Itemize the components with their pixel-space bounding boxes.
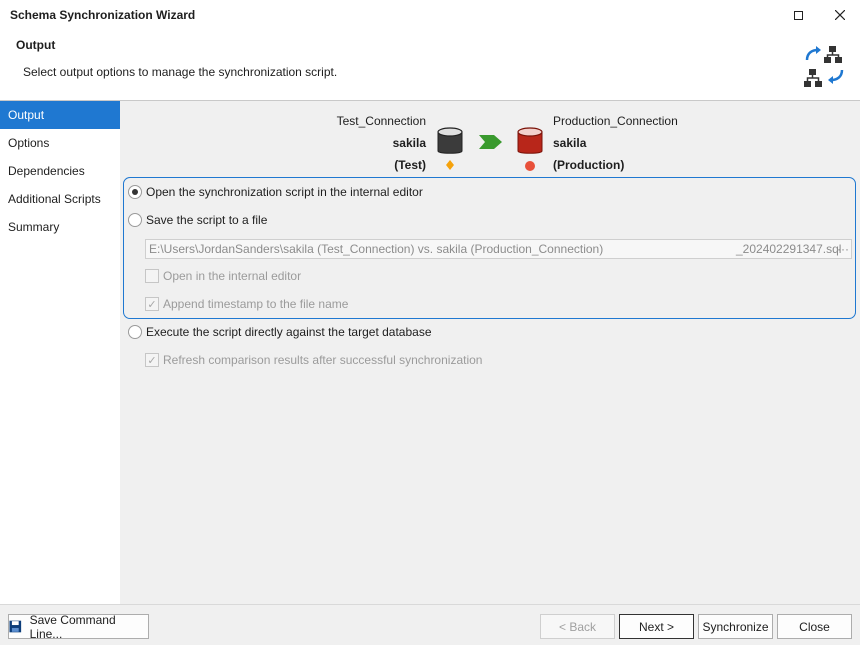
file-path-input[interactable]: E:\Users\JordanSanders\sakila (Test_Conn… <box>145 239 852 259</box>
save-to-file-label: Save the script to a file <box>146 213 268 227</box>
save-command-line-button[interactable]: Save Command Line... <box>8 612 149 641</box>
save-to-file-option[interactable]: Save the script to a file <box>128 213 267 227</box>
sidebar-item-additional-scripts[interactable]: Additional Scripts <box>0 185 120 213</box>
open-in-internal-editor-option[interactable]: Open the synchronization script in the i… <box>128 185 423 199</box>
wizard-sidebar: Output Options Dependencies Additional S… <box>0 101 120 604</box>
checkbox-checked-icon[interactable]: ✓ <box>145 353 159 367</box>
sidebar-item-options[interactable]: Options <box>0 129 120 157</box>
maximize-button[interactable] <box>784 4 812 26</box>
page-description: Select output options to manage the sync… <box>23 65 338 79</box>
close-button[interactable]: Close <box>777 614 852 639</box>
sync-direction-arrow-icon <box>479 135 503 152</box>
radio-selected-icon[interactable] <box>128 185 142 199</box>
file-path-folder: E:\Users\JordanSanders\sakila (Test_Conn… <box>149 242 604 256</box>
refresh-results-label: Refresh comparison results after success… <box>163 353 483 367</box>
append-timestamp-checkbox[interactable]: ✓ Append timestamp to the file name <box>145 297 348 311</box>
file-path-suffix: _202402291347.sql <box>736 242 842 256</box>
checkbox-checked-icon[interactable]: ✓ <box>145 297 159 311</box>
radio-unselected-icon[interactable] <box>128 325 142 339</box>
window-title: Schema Synchronization Wizard <box>10 8 196 22</box>
maximize-icon <box>793 10 803 20</box>
save-command-line-label: Save Command Line... <box>29 612 116 641</box>
back-button[interactable]: < Back <box>540 614 615 639</box>
schema-sync-icon <box>802 44 848 93</box>
source-environment-diamond-icon <box>445 159 455 174</box>
source-database-icon <box>437 127 463 160</box>
target-connection: Production_Connection sakila (Production… <box>553 114 703 172</box>
wizard-header: Output Select output options to manage t… <box>0 30 860 100</box>
source-environment: (Test) <box>394 158 426 172</box>
target-environment: (Production) <box>553 158 625 172</box>
refresh-results-checkbox[interactable]: ✓ Refresh comparison results after succe… <box>145 353 482 367</box>
open-file-in-editor-checkbox[interactable]: Open in the internal editor <box>145 269 301 283</box>
append-timestamp-label: Append timestamp to the file name <box>163 297 349 311</box>
open-file-in-editor-label: Open in the internal editor <box>163 269 302 283</box>
browse-button[interactable]: ··· <box>836 240 850 258</box>
sidebar-item-output[interactable]: Output <box>0 101 120 129</box>
synchronize-button[interactable]: Synchronize <box>698 614 773 639</box>
source-connection-name: Test_Connection <box>336 114 426 128</box>
close-window-button[interactable] <box>826 4 854 26</box>
wizard-footer: Save Command Line... < Back Next > Synch… <box>0 604 860 645</box>
sidebar-item-summary[interactable]: Summary <box>0 213 120 241</box>
page-title: Output <box>16 38 56 52</box>
open-in-internal-editor-label: Open the synchronization script in the i… <box>146 185 423 199</box>
execute-directly-option[interactable]: Execute the script directly against the … <box>128 325 432 339</box>
target-database-name: sakila <box>553 136 587 150</box>
execute-directly-label: Execute the script directly against the … <box>146 325 432 339</box>
radio-unselected-icon[interactable] <box>128 213 142 227</box>
next-button[interactable]: Next > <box>619 614 694 639</box>
target-environment-dot-icon <box>525 160 535 174</box>
source-connection: Test_Connection sakila (Test) <box>300 114 426 172</box>
title-bar: Schema Synchronization Wizard <box>0 0 860 30</box>
target-connection-name: Production_Connection <box>553 114 678 128</box>
source-database-name: sakila <box>392 136 426 150</box>
checkbox-unchecked-icon[interactable] <box>145 269 159 283</box>
target-database-icon <box>517 127 543 160</box>
save-icon <box>9 620 22 633</box>
close-icon <box>835 10 845 20</box>
sidebar-item-dependencies[interactable]: Dependencies <box>0 157 120 185</box>
